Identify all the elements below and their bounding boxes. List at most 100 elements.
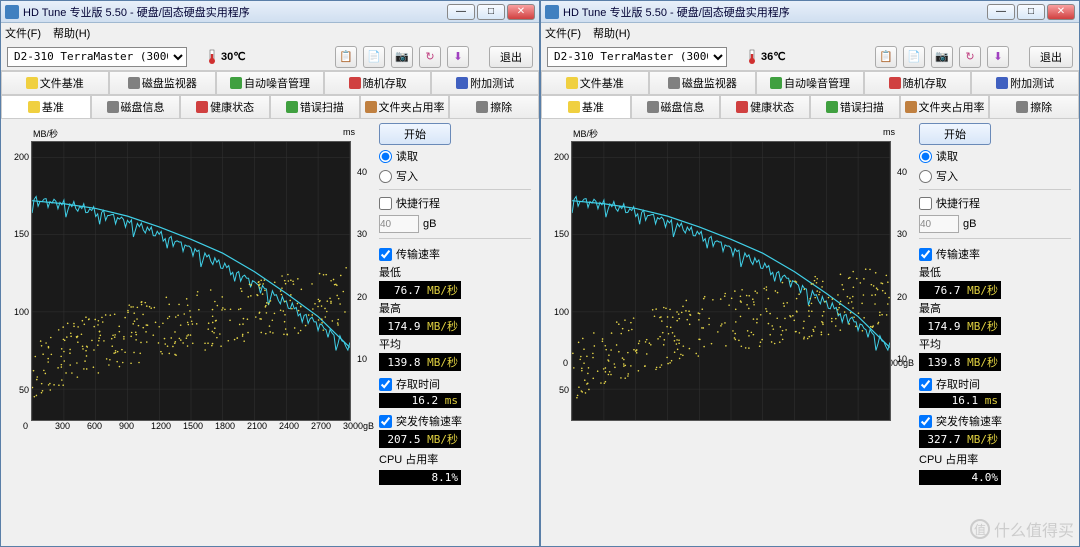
tab-文件夹占用率[interactable]: 文件夹占用率: [360, 95, 450, 118]
toolbar: D2-310 TerraMaster (3000 gB)30℃📋📄📷↻⬇退出: [1, 43, 539, 71]
refresh-icon[interactable]: ↻: [419, 46, 441, 68]
refresh-icon[interactable]: ↻: [959, 46, 981, 68]
y-right-tick: 30: [357, 229, 375, 239]
start-button[interactable]: 开始: [379, 123, 451, 145]
x-tick: 1500: [183, 421, 203, 431]
burst-row[interactable]: 突发传输速率: [919, 412, 1071, 430]
menu-help[interactable]: 帮助(H): [593, 25, 630, 41]
cpu-value: 8.1%: [379, 470, 461, 485]
maximize-button[interactable]: □: [477, 4, 505, 20]
tab-随机存取[interactable]: 随机存取: [324, 71, 432, 94]
tab-row-2: 基准磁盘信息健康状态错误扫描文件夹占用率擦除: [541, 95, 1079, 119]
transfer-row[interactable]: 传输速率: [919, 245, 1071, 263]
quick-size-input[interactable]: [919, 215, 959, 233]
copy-info-icon[interactable]: 📋: [335, 46, 357, 68]
tab-随机存取[interactable]: 随机存取: [864, 71, 972, 94]
maximize-button[interactable]: □: [1017, 4, 1045, 20]
side-panel: 开始读取写入快捷行程gB传输速率最低76.7 MB/秒最高174.9 MB/秒平…: [379, 123, 535, 542]
tab-icon: [736, 101, 748, 113]
y-left-unit: MB/秒: [573, 127, 598, 140]
menu-file[interactable]: 文件(F): [545, 25, 581, 41]
drive-select[interactable]: D2-310 TerraMaster (3000 gB): [7, 47, 187, 67]
transfer-row[interactable]: 传输速率: [379, 245, 531, 263]
burst-row[interactable]: 突发传输速率: [379, 412, 531, 430]
screenshot-icon[interactable]: 📷: [391, 46, 413, 68]
write-radio[interactable]: [379, 170, 392, 183]
burst-checkbox[interactable]: [379, 415, 392, 428]
tab-自动噪音管理[interactable]: 自动噪音管理: [216, 71, 324, 94]
tab-磁盘监视器[interactable]: 磁盘监视器: [649, 71, 757, 94]
close-button[interactable]: ✕: [507, 4, 535, 20]
tab-健康状态[interactable]: 健康状态: [720, 95, 810, 118]
burst-checkbox[interactable]: [919, 415, 932, 428]
access-checkbox[interactable]: [919, 378, 932, 391]
read-radio-row[interactable]: 读取: [919, 147, 1071, 165]
transfer-checkbox[interactable]: [919, 248, 932, 261]
x-tick: 0: [23, 421, 28, 431]
access-row[interactable]: 存取时间: [379, 375, 531, 393]
copy-info-icon[interactable]: 📋: [875, 46, 897, 68]
tab-磁盘信息[interactable]: 磁盘信息: [91, 95, 181, 118]
tab-磁盘信息[interactable]: 磁盘信息: [631, 95, 721, 118]
minimize-button[interactable]: —: [987, 4, 1015, 20]
tab-row-1: 文件基准磁盘监视器自动噪音管理随机存取附加测试: [1, 71, 539, 95]
save-icon[interactable]: ⬇: [447, 46, 469, 68]
access-row[interactable]: 存取时间: [919, 375, 1071, 393]
write-radio-row[interactable]: 写入: [919, 167, 1071, 185]
read-radio[interactable]: [379, 150, 392, 163]
read-label: 读取: [396, 148, 418, 164]
x-tick: 2100: [247, 421, 267, 431]
app-icon: [545, 5, 559, 19]
copy-screenshot-icon[interactable]: 📄: [363, 46, 385, 68]
benchmark-chart: [571, 141, 891, 421]
screenshot-icon[interactable]: 📷: [931, 46, 953, 68]
tab-擦除[interactable]: 擦除: [989, 95, 1079, 118]
titlebar: HD Tune 专业版 5.50 - 硬盘/固态硬盘实用程序—□✕: [1, 1, 539, 23]
tab-错误扫描[interactable]: 错误扫描: [810, 95, 900, 118]
copy-screenshot-icon[interactable]: 📄: [903, 46, 925, 68]
min-value: 76.7 MB/秒: [379, 281, 461, 299]
quick-checkbox[interactable]: [379, 197, 392, 210]
tab-附加测试[interactable]: 附加测试: [971, 71, 1079, 94]
transfer-label: 传输速率: [396, 246, 440, 262]
quick-check-row[interactable]: 快捷行程: [919, 194, 1071, 212]
write-radio[interactable]: [919, 170, 932, 183]
x-tick: 600: [87, 421, 102, 431]
read-radio-row[interactable]: 读取: [379, 147, 531, 165]
start-button[interactable]: 开始: [919, 123, 991, 145]
exit-button[interactable]: 退出: [489, 46, 533, 68]
tab-擦除[interactable]: 擦除: [449, 95, 539, 118]
menu-file[interactable]: 文件(F): [5, 25, 41, 41]
save-icon[interactable]: ⬇: [987, 46, 1009, 68]
read-radio[interactable]: [919, 150, 932, 163]
quick-label: 快捷行程: [936, 195, 980, 211]
tab-附加测试[interactable]: 附加测试: [431, 71, 539, 94]
tab-健康状态[interactable]: 健康状态: [180, 95, 270, 118]
tab-错误扫描[interactable]: 错误扫描: [270, 95, 360, 118]
write-radio-row[interactable]: 写入: [379, 167, 531, 185]
exit-button[interactable]: 退出: [1029, 46, 1073, 68]
y-left-tick: 150: [5, 229, 29, 239]
x-tick: 2700: [311, 421, 331, 431]
close-button[interactable]: ✕: [1047, 4, 1075, 20]
content-area: MB/秒ms5010015020010203040030060090012001…: [1, 119, 539, 546]
tab-label: 磁盘信息: [121, 99, 165, 115]
tab-文件夹占用率[interactable]: 文件夹占用率: [900, 95, 990, 118]
tab-文件基准[interactable]: 文件基准: [1, 71, 109, 94]
min-label: 最低: [919, 263, 1071, 281]
tab-基准[interactable]: 基准: [1, 95, 91, 118]
menu-help[interactable]: 帮助(H): [53, 25, 90, 41]
tab-icon: [826, 101, 838, 113]
quick-check-row[interactable]: 快捷行程: [379, 194, 531, 212]
minimize-button[interactable]: —: [447, 4, 475, 20]
quick-checkbox[interactable]: [919, 197, 932, 210]
tab-文件基准[interactable]: 文件基准: [541, 71, 649, 94]
quick-size-input[interactable]: [379, 215, 419, 233]
access-checkbox[interactable]: [379, 378, 392, 391]
drive-select[interactable]: D2-310 TerraMaster (3000 gB): [547, 47, 727, 67]
transfer-checkbox[interactable]: [379, 248, 392, 261]
tab-磁盘监视器[interactable]: 磁盘监视器: [109, 71, 217, 94]
tab-自动噪音管理[interactable]: 自动噪音管理: [756, 71, 864, 94]
tab-基准[interactable]: 基准: [541, 95, 631, 118]
cpu-label: CPU 占用率: [919, 450, 1071, 468]
